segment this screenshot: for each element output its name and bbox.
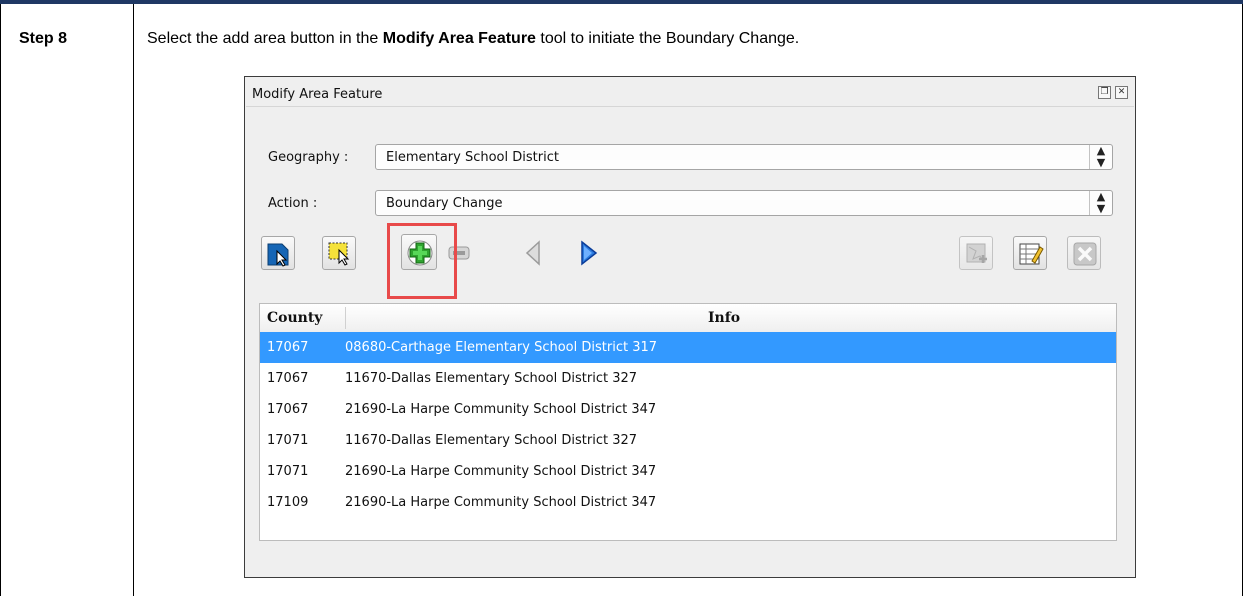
table-row[interactable]: 17071 11670-Dallas Elementary School Dis…	[260, 425, 1116, 456]
cell-county: 17067	[267, 371, 309, 386]
results-table: County Info 17067 08680-Carthage Element…	[259, 303, 1117, 541]
cell-info: 08680-Carthage Elementary School Distric…	[345, 340, 658, 355]
table-edit-icon	[1019, 243, 1044, 265]
dialog-title: Modify Area Feature	[252, 87, 383, 102]
close-x-button[interactable]	[1067, 236, 1101, 270]
table-row[interactable]: 17067 08680-Carthage Elementary School D…	[260, 332, 1116, 363]
cell-info: 21690-La Harpe Community School District…	[345, 402, 657, 417]
column-header-info[interactable]: Info	[708, 310, 740, 326]
instruction-prefix: Select the add area button in the	[147, 30, 383, 47]
geography-label: Geography :	[268, 150, 349, 165]
previous-button[interactable]	[517, 236, 551, 270]
action-value: Boundary Change	[386, 196, 503, 211]
cell-info: 21690-La Harpe Community School District…	[345, 495, 657, 510]
action-label: Action :	[268, 196, 318, 211]
add-button-highlight	[387, 223, 457, 299]
geography-value: Elementary School District	[386, 150, 559, 165]
select-by-rectangle-button[interactable]	[322, 236, 356, 270]
cell-county: 17067	[267, 340, 309, 355]
previous-icon	[525, 240, 540, 266]
cell-info: 11670-Dallas Elementary School District …	[345, 433, 638, 448]
modify-area-feature-dialog: Modify Area Feature ❐ ✕ Geography : Elem…	[244, 76, 1136, 578]
cell-info: 21690-La Harpe Community School District…	[345, 464, 657, 479]
header-divider[interactable]	[345, 307, 346, 329]
cell-county: 17109	[267, 495, 309, 510]
next-button[interactable]	[572, 236, 606, 270]
select-arrows-icon: ▲ ▼	[1089, 191, 1112, 215]
table-row[interactable]: 17109 21690-La Harpe Community School Di…	[260, 487, 1116, 518]
table-header: County Info	[260, 304, 1116, 333]
float-window-icon[interactable]: ❐	[1098, 86, 1111, 99]
select-arrows-icon: ▲ ▼	[1089, 145, 1112, 169]
top-border	[0, 0, 1243, 4]
next-icon	[581, 240, 598, 266]
action-select[interactable]: Boundary Change ▲ ▼	[375, 190, 1113, 216]
select-rectangle-icon	[328, 242, 350, 266]
instruction-tool-name: Modify Area Feature	[382, 30, 536, 47]
map-add-button[interactable]	[959, 236, 993, 270]
instruction-text: Select the add area button in the Modify…	[147, 30, 799, 48]
table-edit-button[interactable]	[1013, 236, 1047, 270]
instruction-suffix: tool to initiate the Boundary Change.	[535, 30, 800, 47]
cell-county: 17071	[267, 433, 309, 448]
cell-info: 11670-Dallas Elementary School District …	[345, 371, 638, 386]
table-row[interactable]: 17071 21690-La Harpe Community School Di…	[260, 456, 1116, 487]
step-label: Step 8	[19, 30, 68, 47]
table-row[interactable]: 17067 11670-Dallas Elementary School Dis…	[260, 363, 1116, 394]
close-x-icon	[1073, 242, 1097, 266]
cell-county: 17071	[267, 464, 309, 479]
select-feature-icon	[267, 243, 289, 267]
column-header-county[interactable]: County	[267, 310, 322, 326]
geography-select[interactable]: Elementary School District ▲ ▼	[375, 144, 1113, 170]
table-column-divider	[133, 4, 134, 596]
close-dialog-icon[interactable]: ✕	[1115, 86, 1128, 99]
map-add-icon	[966, 243, 987, 263]
table-border-left	[0, 4, 1, 596]
table-row[interactable]: 17067 21690-La Harpe Community School Di…	[260, 394, 1116, 425]
cell-county: 17067	[267, 402, 309, 417]
select-feature-button[interactable]	[261, 236, 295, 270]
